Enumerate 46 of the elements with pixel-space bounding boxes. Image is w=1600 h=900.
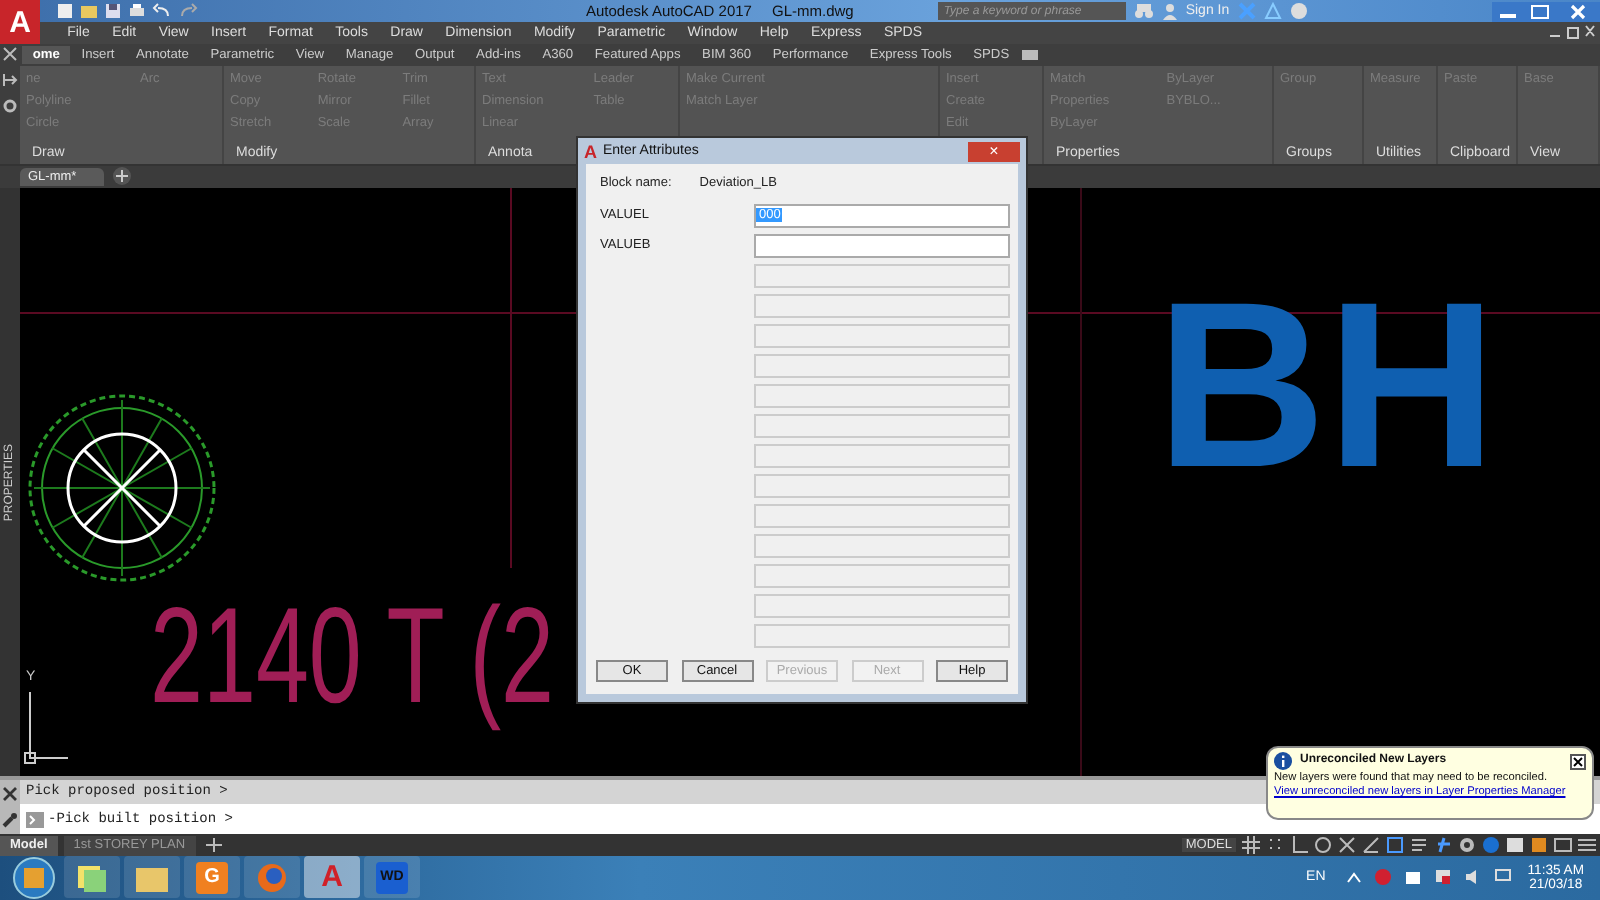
close-icon[interactable] [2, 785, 18, 802]
drawing-block-text: BH [1156, 267, 1497, 504]
pdf-app-icon: G [196, 861, 228, 894]
caret-icon[interactable] [1345, 869, 1362, 886]
undo-icon[interactable] [152, 2, 172, 20]
attribute-field[interactable] [754, 233, 1010, 257]
plus-icon[interactable] [112, 166, 133, 187]
angle-icon[interactable] [1290, 836, 1308, 854]
monitor-icon[interactable] [1493, 868, 1512, 887]
folder-icon [136, 863, 168, 892]
close-icon[interactable] [1570, 753, 1586, 769]
lines-icon[interactable] [1410, 836, 1428, 854]
close-button[interactable]: × [968, 141, 1020, 161]
app-menu-button[interactable]: A [0, 0, 40, 44]
plus-icon[interactable] [201, 836, 226, 854]
dots-icon[interactable] [1266, 836, 1284, 854]
print-icon[interactable] [128, 2, 146, 20]
taskbar-app-button[interactable] [64, 856, 120, 899]
info-icon [1274, 752, 1292, 770]
square-icon[interactable] [1386, 836, 1404, 854]
notes-icon [76, 863, 108, 892]
circle-icon[interactable] [1314, 836, 1332, 854]
wrench-icon[interactable] [2, 812, 18, 829]
browser-icon [256, 861, 288, 894]
new-file-icon[interactable] [56, 2, 74, 20]
window-controls-icon[interactable] [1548, 24, 1596, 41]
slash-icon[interactable] [1362, 836, 1380, 854]
dialog-logo: A [584, 141, 597, 161]
camera-icon[interactable] [1020, 46, 1044, 63]
flag-icon[interactable] [1433, 868, 1452, 887]
prompt-icon [26, 811, 44, 828]
folder-icon[interactable] [80, 2, 98, 20]
pin-icon[interactable] [2, 71, 18, 88]
save-icon[interactable] [104, 2, 122, 20]
window-icon[interactable] [1554, 836, 1572, 854]
start-button-icon[interactable] [12, 855, 56, 900]
user-icon [1161, 2, 1178, 20]
box-icon[interactable] [1403, 868, 1422, 887]
taskbar-app-button[interactable] [124, 856, 180, 899]
grid-icon[interactable] [1242, 836, 1260, 854]
cross-icon[interactable] [1338, 836, 1356, 854]
cad-app-icon: A [316, 861, 348, 894]
ucs-axis-icon [24, 691, 68, 764]
speaker-icon[interactable] [1463, 868, 1482, 887]
image-icon[interactable] [1506, 836, 1524, 854]
menu-icon[interactable] [1578, 836, 1596, 854]
